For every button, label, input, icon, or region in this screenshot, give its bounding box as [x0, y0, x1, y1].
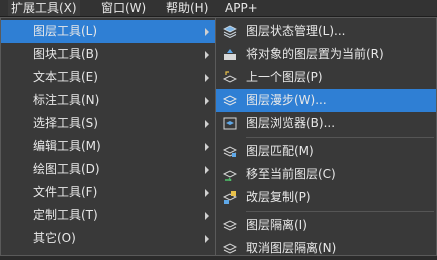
submenu-item-label: 改层复制(P): [246, 190, 311, 204]
submenu-item-label: 图层状态管理(L)...: [246, 24, 346, 38]
submenu-item-label: 图层隔离(I): [246, 218, 307, 232]
submenu-item-label: 图层浏览器(B)...: [246, 116, 336, 130]
menu-item-dimension-tools[interactable]: 标注工具(N): [1, 89, 215, 112]
menu-item-other[interactable]: 其它(O): [1, 227, 215, 250]
submenu-item-label: 将对象的图层置为当前(R): [246, 47, 384, 61]
menu-app-plus[interactable]: APP+: [222, 0, 261, 16]
menu-item-label: 绘图工具(D): [33, 162, 100, 176]
menu-item-label: 文本工具(E): [33, 70, 98, 84]
submenu-item-label: 图层匹配(M): [246, 144, 314, 158]
submenu-arrow-icon: [205, 166, 209, 174]
layer-walk-icon: [223, 94, 237, 107]
extension-tools-menu: 图层工具(L) 图块工具(B) 文本工具(E) 标注工具(N) 选择工具(S) …: [0, 17, 216, 256]
submenu-arrow-icon: [205, 120, 209, 128]
submenu-item-label: 图层漫步(W)...: [246, 93, 327, 107]
menu-item-file-tools[interactable]: 文件工具(F): [1, 181, 215, 204]
submenu-arrow-icon: [205, 51, 209, 59]
menu-item-label: 选择工具(S): [33, 116, 98, 130]
submenu-item-layer-walk[interactable]: 图层漫步(W)...: [216, 89, 436, 112]
submenu-arrow-icon: [205, 97, 209, 105]
menu-item-label: 图块工具(B): [33, 47, 99, 61]
submenu-item-layer-unisolate[interactable]: 取消图层隔离(N): [216, 237, 436, 260]
submenu-item-layer-match[interactable]: 图层匹配(M): [216, 140, 436, 163]
submenu-arrow-icon: [205, 143, 209, 151]
layer-unisolate-icon: [223, 242, 237, 255]
layer-isolate-icon: [223, 219, 237, 232]
submenu-item-label: 移至当前图层(C): [246, 167, 336, 181]
layer-current-icon: [223, 48, 237, 61]
copy-to-layer-icon: [223, 191, 237, 204]
menu-extension-tools[interactable]: 扩展工具(X): [8, 0, 80, 16]
submenu-arrow-icon: [205, 189, 209, 197]
menu-item-block-tools[interactable]: 图块工具(B): [1, 43, 215, 66]
menu-item-label: 定制工具(T): [33, 208, 98, 222]
menu-item-edit-tools[interactable]: 编辑工具(M): [1, 135, 215, 158]
layer-previous-icon: [223, 71, 237, 84]
submenu-item-previous-layer[interactable]: 上一个图层(P): [216, 66, 436, 89]
submenu-item-label: 上一个图层(P): [246, 70, 323, 84]
submenu-arrow-icon: [205, 74, 209, 82]
menu-bar: 扩展工具(X) 窗口(W) 帮助(H) APP+: [0, 0, 437, 17]
layer-state-icon: [223, 25, 237, 38]
menu-item-draw-tools[interactable]: 绘图工具(D): [1, 158, 215, 181]
menu-item-label: 文件工具(F): [33, 185, 98, 199]
menu-separator: [246, 211, 434, 212]
submenu-item-copy-to-layer[interactable]: 改层复制(P): [216, 186, 436, 209]
submenu-arrow-icon: [205, 235, 209, 243]
move-to-current-layer-icon: [223, 168, 237, 181]
menu-item-layer-tools[interactable]: 图层工具(L): [1, 20, 215, 43]
menu-item-text-tools[interactable]: 文本工具(E): [1, 66, 215, 89]
submenu-item-move-to-current-layer[interactable]: 移至当前图层(C): [216, 163, 436, 186]
layer-match-icon: [223, 145, 237, 158]
submenu-item-layer-isolate[interactable]: 图层隔离(I): [216, 214, 436, 237]
submenu-item-set-object-layer-current[interactable]: 将对象的图层置为当前(R): [216, 43, 436, 66]
menu-item-label: 标注工具(N): [33, 93, 100, 107]
submenu-arrow-icon: [205, 28, 209, 36]
menu-help[interactable]: 帮助(H): [163, 0, 211, 16]
submenu-item-layer-browser[interactable]: 图层浏览器(B)...: [216, 112, 436, 135]
submenu-arrow-icon: [205, 212, 209, 220]
menu-item-label: 图层工具(L): [33, 24, 98, 38]
submenu-item-layer-state-manager[interactable]: 图层状态管理(L)...: [216, 20, 436, 43]
menu-separator: [246, 137, 434, 138]
menu-item-select-tools[interactable]: 选择工具(S): [1, 112, 215, 135]
menu-window[interactable]: 窗口(W): [98, 0, 149, 16]
menu-item-label: 其它(O): [33, 231, 76, 245]
submenu-item-label: 取消图层隔离(N): [246, 241, 337, 255]
menu-item-custom-tools[interactable]: 定制工具(T): [1, 204, 215, 227]
layer-browser-icon: [223, 117, 237, 130]
layer-tools-submenu: 图层状态管理(L)... 将对象的图层置为当前(R) 上一个图层(P) 图层漫步…: [215, 17, 437, 256]
menu-item-label: 编辑工具(M): [33, 139, 101, 153]
